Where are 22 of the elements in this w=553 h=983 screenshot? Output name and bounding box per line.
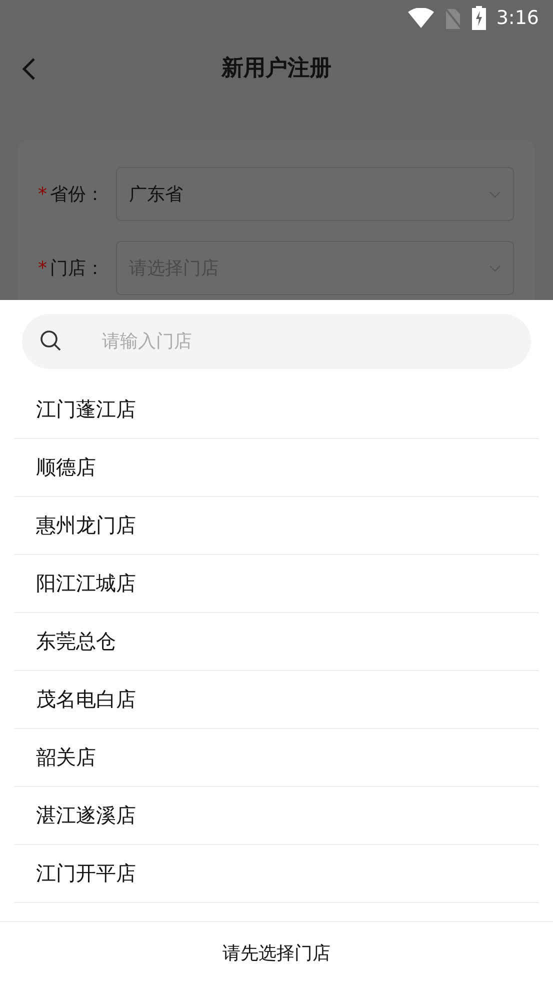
field-label: 省份： <box>50 183 104 206</box>
store-item[interactable]: 湛江遂溪店 <box>14 787 539 845</box>
search-icon <box>40 330 62 352</box>
store-item[interactable]: 阳江江城店 <box>14 555 539 613</box>
page-title: 新用户注册 <box>222 55 332 83</box>
store-item[interactable]: 茂名电白店 <box>14 671 539 729</box>
hint-text: 请先选择门店 <box>222 942 330 964</box>
store-item[interactable]: 江门开平店 <box>14 845 539 903</box>
store-item[interactable]: 顺德店 <box>14 439 539 497</box>
no-sim-icon <box>444 7 462 29</box>
status-time: 3:16 <box>496 7 539 29</box>
store-item[interactable]: 惠州龙门店 <box>14 497 539 555</box>
search-field[interactable]: 请输入门店 <box>22 314 531 369</box>
required-mark: * <box>38 184 47 204</box>
field-label: 门店： <box>50 257 104 280</box>
battery-charging-icon <box>472 6 486 30</box>
back-icon[interactable] <box>22 57 36 81</box>
required-mark: * <box>38 258 47 278</box>
wifi-icon <box>408 8 434 28</box>
store-item[interactable]: 韶关店 <box>14 729 539 787</box>
store-item[interactable]: 东莞总仓 <box>14 613 539 671</box>
store-item[interactable]: 江门蓬江店 <box>14 381 539 439</box>
